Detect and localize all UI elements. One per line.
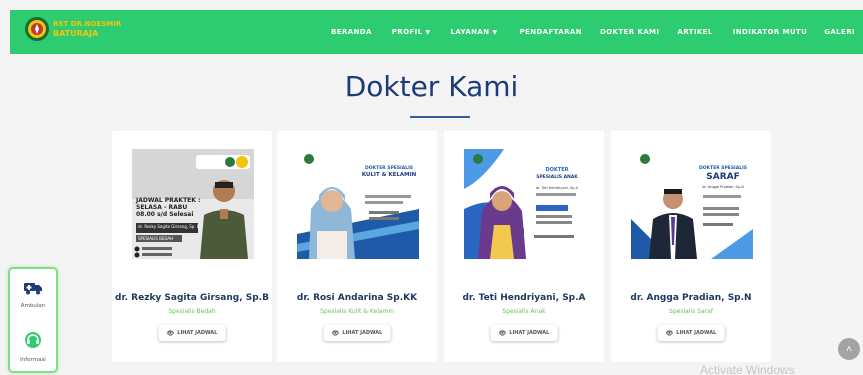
doctor-name: dr. Teti Hendriyani, Sp.A <box>462 293 586 303</box>
doctor-name: dr. Rezky Sagita Girsang, Sp.B <box>115 293 269 303</box>
information-button[interactable]: Informasi <box>10 331 56 363</box>
doctor-poster: DOKTER SPESIALIS ANAK dr. Teti Hendriyan… <box>464 149 586 259</box>
doctor-name: dr. Angga Pradian, Sp.N <box>630 293 752 303</box>
doctor-card: JADWAL PRAKTEK : SELASA - RABU 08.00 s/d… <box>112 131 272 362</box>
windows-activation-watermark: Activate Windows <box>700 363 795 375</box>
nav-dokter-kami[interactable]: DOKTER KAMI <box>600 28 659 36</box>
page-title: Dokter Kami <box>344 70 519 103</box>
poster-heading-main: KULIT & KELAMIN <box>361 172 417 178</box>
view-schedule-button[interactable]: 👁 LIHAT JADWAL <box>657 325 725 341</box>
caret-down-icon: ▼ <box>492 29 498 36</box>
eye-icon: 👁 <box>331 329 340 337</box>
poster-doctor: dr. Angga Pradian, Sp.N <box>702 185 744 189</box>
poster-heading-main: SPESIALIS ANAK <box>536 175 578 180</box>
information-label: Informasi <box>20 357 46 363</box>
poster-heading: JADWAL PRAKTEK : <box>136 197 201 204</box>
nav-galeri[interactable]: GALERI <box>824 28 855 36</box>
poster-doctor: dr. Teti Hendriyani, Sp.A <box>536 186 578 190</box>
ambulance-icon <box>24 283 42 295</box>
brand-text: RST DR.NOESMIR BATURAJA <box>53 20 121 38</box>
view-schedule-button[interactable]: 👁 LIHAT JADWAL <box>490 325 558 341</box>
nav-indikator-mutu[interactable]: INDIKATOR MUTU <box>733 28 807 36</box>
view-schedule-button[interactable]: 👁 LIHAT JADWAL <box>323 325 391 341</box>
doctor-poster: DOKTER SPESIALIS SARAF dr. Angga Pradian… <box>631 149 753 259</box>
eye-icon: 👁 <box>166 329 175 337</box>
quick-contact-widget: Ambulan Informasi <box>8 267 58 373</box>
nav-artikel[interactable]: ARTIKEL <box>677 28 712 36</box>
doctor-poster: DOKTER SPESIALIS KULIT & KELAMIN <box>297 149 419 259</box>
caret-down-icon: ▼ <box>425 29 431 36</box>
chevron-up-icon: ˄ <box>846 343 852 355</box>
doctor-name: dr. Rosi Andarina Sp.KK <box>296 293 418 303</box>
headset-icon <box>25 332 41 348</box>
ambulance-label: Ambulan <box>20 303 46 309</box>
ambulance-button[interactable]: Ambulan <box>10 281 56 309</box>
doctor-card: DOKTER SPESIALIS ANAK dr. Teti Hendriyan… <box>444 131 604 362</box>
doctor-specialty: Spesialis Saraf <box>669 308 713 315</box>
poster-heading-top: DOKTER <box>545 167 569 173</box>
nav-layanan[interactable]: LAYANAN ▼ <box>451 28 498 36</box>
nav-pendaftaran[interactable]: PENDAFTARAN <box>520 28 583 36</box>
doctor-card: DOKTER SPESIALIS SARAF dr. Angga Pradian… <box>611 131 771 362</box>
scroll-to-top-button[interactable]: ˄ <box>838 338 860 360</box>
navbar: RST DR.NOESMIR BATURAJA BERANDA PROFIL ▼ … <box>10 10 863 54</box>
doctor-poster: JADWAL PRAKTEK : SELASA - RABU 08.00 s/d… <box>132 149 254 259</box>
poster-name-strip: dr. Rezky Sagita Girsang, Sp. B <box>138 224 200 229</box>
site-logo[interactable]: RST DR.NOESMIR BATURAJA <box>24 16 121 42</box>
poster-hours: 08.00 s/d Selesai <box>136 211 194 218</box>
view-schedule-button[interactable]: 👁 LIHAT JADWAL <box>158 325 226 341</box>
brand-line-1: RST DR.NOESMIR <box>53 20 122 28</box>
main-nav: BERANDA PROFIL ▼ LAYANAN ▼ PENDAFTARAN DOK… <box>331 10 863 54</box>
doctor-card: DOKTER SPESIALIS KULIT & KELAMIN dr. Ros… <box>277 131 437 362</box>
doctor-specialty: Spesialis Kulit & Kelamin <box>320 308 394 315</box>
poster-spec-strip: SPESIALIS BEDAH <box>138 236 174 241</box>
eye-icon: 👁 <box>498 329 507 337</box>
title-underline <box>410 116 470 118</box>
hospital-emblem-icon <box>25 17 49 41</box>
poster-heading-top: DOKTER SPESIALIS <box>364 166 414 171</box>
doctor-specialty: Spesialis Bedah <box>168 308 216 315</box>
brand-line-2: BATURAJA <box>53 29 99 38</box>
nav-profil[interactable]: PROFIL ▼ <box>392 28 431 36</box>
nav-beranda[interactable]: BERANDA <box>331 28 372 36</box>
poster-heading-main: SARAF <box>706 172 740 182</box>
doctor-specialty: Spesialis Anak <box>502 308 546 315</box>
poster-days: SELASA - RABU <box>136 204 188 211</box>
eye-icon: 👁 <box>665 329 674 337</box>
